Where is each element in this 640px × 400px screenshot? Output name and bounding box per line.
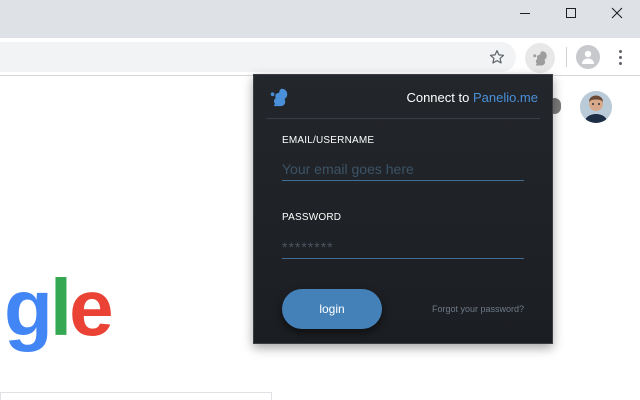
close-button[interactable] <box>594 0 640 26</box>
password-field[interactable] <box>282 235 524 259</box>
avatar[interactable] <box>580 91 612 123</box>
squirrel-icon <box>533 51 547 66</box>
maximize-icon <box>566 8 576 18</box>
bookmark-star-button[interactable] <box>486 46 508 68</box>
browser-menu-button[interactable] <box>612 46 628 68</box>
password-label: PASSWORD <box>282 212 342 223</box>
search-box[interactable] <box>0 392 272 400</box>
address-bar[interactable] <box>0 42 516 72</box>
profile-button[interactable] <box>576 45 600 69</box>
panelio-link[interactable]: Panelio.me <box>473 90 538 105</box>
window-title-bar <box>0 0 640 38</box>
squirrel-logo-icon <box>270 88 288 107</box>
kebab-menu-icon <box>618 49 622 53</box>
popup-header: Connect to Panelio.me <box>254 75 552 119</box>
email-label: EMAIL/USERNAME <box>282 135 375 146</box>
star-icon <box>489 50 505 64</box>
kebab-menu-icon <box>618 55 622 59</box>
header-divider <box>266 118 540 119</box>
maximize-button[interactable] <box>548 0 594 26</box>
minimize-icon <box>520 13 530 14</box>
extension-button[interactable] <box>525 43 555 73</box>
logo-letter-l: l <box>49 263 72 352</box>
connect-prefix: Connect to <box>406 90 473 105</box>
login-button[interactable]: login <box>282 289 382 329</box>
minimize-button[interactable] <box>502 0 548 26</box>
google-logo: gle <box>4 268 114 348</box>
email-field[interactable] <box>282 157 524 181</box>
connect-heading: Connect to Panelio.me <box>406 90 538 105</box>
logo-letter-g: g <box>4 263 53 352</box>
forgot-password-link[interactable]: Forgot your password? <box>432 304 524 314</box>
user-photo-icon <box>580 91 612 123</box>
extension-popup: Connect to Panelio.me EMAIL/USERNAME PAS… <box>253 74 553 344</box>
close-icon <box>611 7 623 19</box>
toolbar-separator <box>566 47 567 67</box>
person-icon <box>582 50 594 64</box>
kebab-menu-icon <box>618 61 622 65</box>
logo-letter-e: e <box>69 263 113 352</box>
